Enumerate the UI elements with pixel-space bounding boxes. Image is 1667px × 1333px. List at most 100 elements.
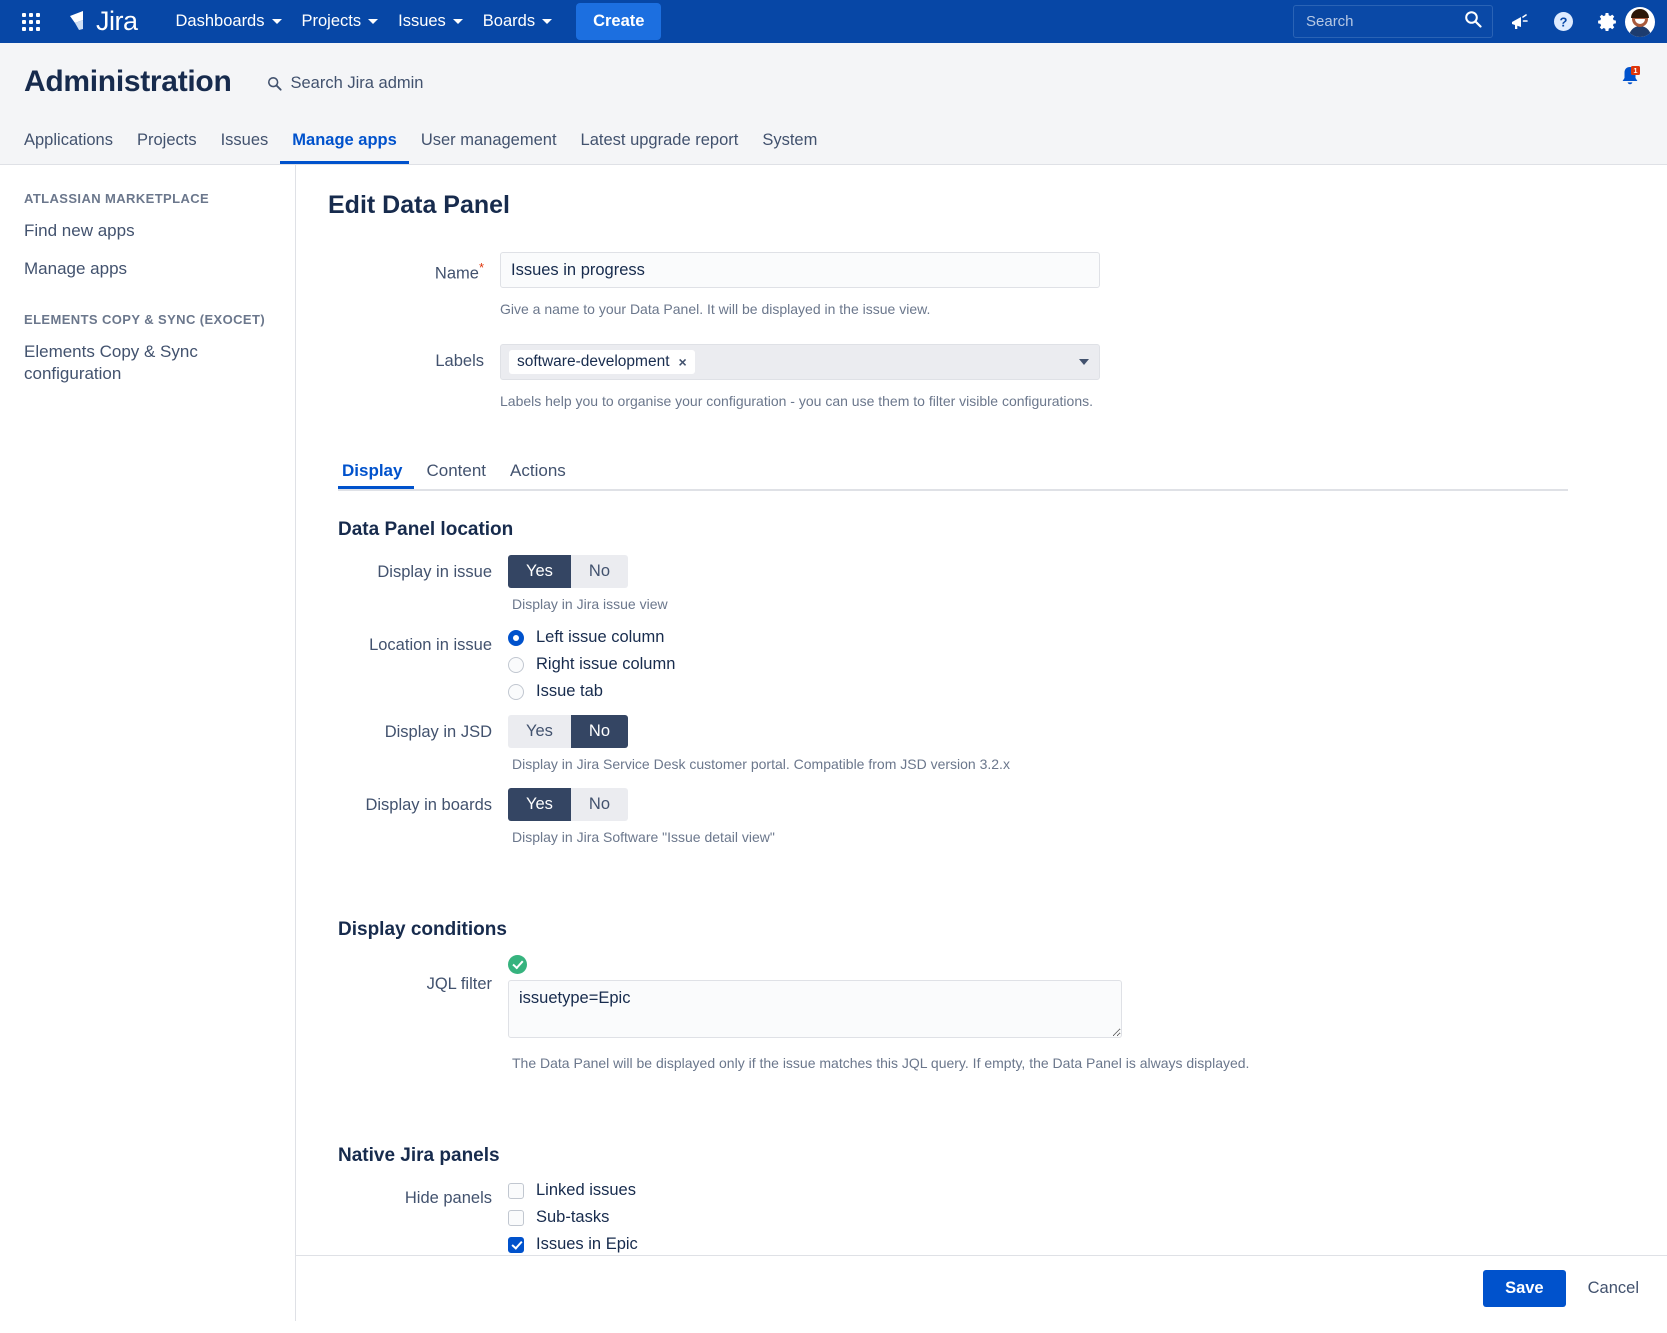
admin-search-button[interactable]: Search Jira admin <box>267 74 423 93</box>
tab-display[interactable]: Display <box>338 455 414 489</box>
display-in-issue-no[interactable]: No <box>571 555 628 588</box>
tab-issues[interactable]: Issues <box>209 123 281 164</box>
svg-text:?: ? <box>1559 15 1567 30</box>
display-in-boards-yes[interactable]: Yes <box>508 788 571 821</box>
labels-help-text: Labels help you to organise your configu… <box>500 392 1635 412</box>
sidebar-group-title-marketplace: ATLASSIAN MARKETPLACE <box>24 191 271 206</box>
checkbox-issues-in-epic[interactable]: Issues in Epic <box>508 1235 1635 1254</box>
close-icon[interactable]: × <box>679 354 687 370</box>
grid-apps-icon <box>22 13 40 31</box>
radio-left-issue-column[interactable]: Left issue column <box>508 628 1635 647</box>
hide-panels-options: Linked issues Sub-tasks Issues in Epic <box>508 1181 1635 1262</box>
jira-wordmark: Jira <box>96 6 138 37</box>
cancel-button[interactable]: Cancel <box>1588 1279 1639 1298</box>
checkbox-sub-tasks[interactable]: Sub-tasks <box>508 1208 1635 1227</box>
global-nav-right-cluster: ? <box>1293 0 1655 43</box>
radio-icon-checked <box>508 630 524 646</box>
chevron-down-icon <box>368 19 378 24</box>
nav-item-boards[interactable]: Boards <box>473 4 562 39</box>
name-help-text: Give a name to your Data Panel. It will … <box>500 300 1100 320</box>
display-in-jsd-label: Display in JSD <box>328 715 508 742</box>
labels-help-spacer <box>328 384 500 392</box>
sidebar-group-marketplace: ATLASSIAN MARKETPLACE Find new apps Mana… <box>24 191 271 280</box>
display-in-boards-no[interactable]: No <box>571 788 628 821</box>
global-search-box[interactable] <box>1293 5 1493 38</box>
tab-user-management[interactable]: User management <box>409 123 569 164</box>
display-in-jsd-yes[interactable]: Yes <box>508 715 571 748</box>
radio-issue-tab[interactable]: Issue tab <box>508 682 1635 701</box>
tab-projects[interactable]: Projects <box>125 123 209 164</box>
save-button[interactable]: Save <box>1483 1270 1566 1307</box>
display-in-boards-toggle[interactable]: Yes No <box>508 788 628 821</box>
labels-field-label: Labels <box>328 344 500 371</box>
admin-header: Administration Search Jira admin 1 Appli… <box>0 43 1667 165</box>
name-input[interactable] <box>500 252 1100 288</box>
jql-filter-textarea[interactable] <box>508 980 1122 1038</box>
page-title: Administration <box>24 65 231 99</box>
sidebar-group-elements-copy-sync: ELEMENTS COPY & SYNC (EXOCET) Elements C… <box>24 312 271 385</box>
display-in-issue-toggle[interactable]: Yes No <box>508 555 628 588</box>
nav-item-boards-label: Boards <box>483 12 535 31</box>
radio-right-issue-column-label: Right issue column <box>536 655 675 674</box>
global-navigation-bar: Jira Dashboards Projects Issues Boards C… <box>0 0 1667 43</box>
admin-sidebar: ATLASSIAN MARKETPLACE Find new apps Mana… <box>0 165 296 1321</box>
global-search-input[interactable] <box>1304 12 1458 31</box>
tab-actions[interactable]: Actions <box>498 455 578 489</box>
nav-item-projects[interactable]: Projects <box>292 4 389 39</box>
main-content: Edit Data Panel Name* Give a name to you… <box>296 165 1667 1321</box>
search-icon <box>267 76 282 91</box>
display-in-issue-yes[interactable]: Yes <box>508 555 571 588</box>
checkbox-linked-issues[interactable]: Linked issues <box>508 1181 1635 1200</box>
sidebar-item-manage-apps[interactable]: Manage apps <box>24 258 271 280</box>
gear-icon <box>1596 11 1618 33</box>
label-tag-text: software-development <box>517 353 670 371</box>
display-in-issue-row: Display in issue Yes No <box>328 555 1635 588</box>
sidebar-item-find-new-apps[interactable]: Find new apps <box>24 220 271 242</box>
chevron-down-icon <box>542 19 552 24</box>
display-in-boards-row: Display in boards Yes No <box>328 788 1635 821</box>
tab-system[interactable]: System <box>750 123 829 164</box>
check-circle-icon <box>508 955 527 974</box>
form-footer: Save Cancel <box>296 1255 1667 1321</box>
display-in-jsd-no[interactable]: No <box>571 715 628 748</box>
admin-title-row: Administration Search Jira admin <box>0 65 1667 99</box>
app-switcher-button[interactable] <box>14 5 48 39</box>
radio-icon <box>508 684 524 700</box>
tab-manage-apps[interactable]: Manage apps <box>280 123 409 164</box>
display-in-jsd-help: Display in Jira Service Desk customer po… <box>512 756 1635 772</box>
labels-field-control: software-development × <box>500 344 1100 380</box>
tab-applications[interactable]: Applications <box>24 123 125 164</box>
svg-text:1: 1 <box>1633 66 1637 75</box>
name-label-text: Name <box>435 265 479 283</box>
sidebar-item-elements-copy-sync-configuration[interactable]: Elements Copy & Sync configuration <box>24 341 271 385</box>
create-button[interactable]: Create <box>576 3 661 40</box>
nav-item-issues[interactable]: Issues <box>388 4 473 39</box>
panel-tab-bar: Display Content Actions <box>338 455 1568 491</box>
avatar[interactable] <box>1625 7 1655 37</box>
radio-right-issue-column[interactable]: Right issue column <box>508 655 1635 674</box>
notification-badge-icon[interactable]: 1 <box>1619 65 1641 94</box>
location-in-issue-options: Left issue column Right issue column Iss… <box>508 628 1635 709</box>
jira-logo-icon <box>66 9 92 35</box>
checkbox-icon-checked <box>508 1237 524 1253</box>
display-in-boards-label: Display in boards <box>328 788 508 815</box>
settings-button[interactable] <box>1589 4 1625 40</box>
nav-item-dashboards[interactable]: Dashboards <box>166 4 292 39</box>
location-in-issue-label: Location in issue <box>328 628 508 655</box>
name-field-control <box>500 252 1100 288</box>
display-in-jsd-toggle[interactable]: Yes No <box>508 715 628 748</box>
section-title-native-jira-panels: Native Jira panels <box>338 1145 1635 1167</box>
jql-filter-row: JQL filter <box>328 955 1635 1043</box>
chevron-down-icon <box>1079 359 1089 365</box>
required-asterisk: * <box>479 260 484 275</box>
help-button[interactable]: ? <box>1545 4 1581 40</box>
primary-nav-items: Dashboards Projects Issues Boards Create <box>166 3 662 40</box>
jira-home-logo[interactable]: Jira <box>66 6 138 37</box>
radio-icon <box>508 657 524 673</box>
tab-content[interactable]: Content <box>414 455 498 489</box>
label-tag-software-development[interactable]: software-development × <box>509 350 695 374</box>
admin-tab-bar: Applications Projects Issues Manage apps… <box>0 123 1667 164</box>
announcements-button[interactable] <box>1501 4 1537 40</box>
labels-select[interactable]: software-development × <box>500 344 1100 380</box>
tab-latest-upgrade-report[interactable]: Latest upgrade report <box>569 123 751 164</box>
